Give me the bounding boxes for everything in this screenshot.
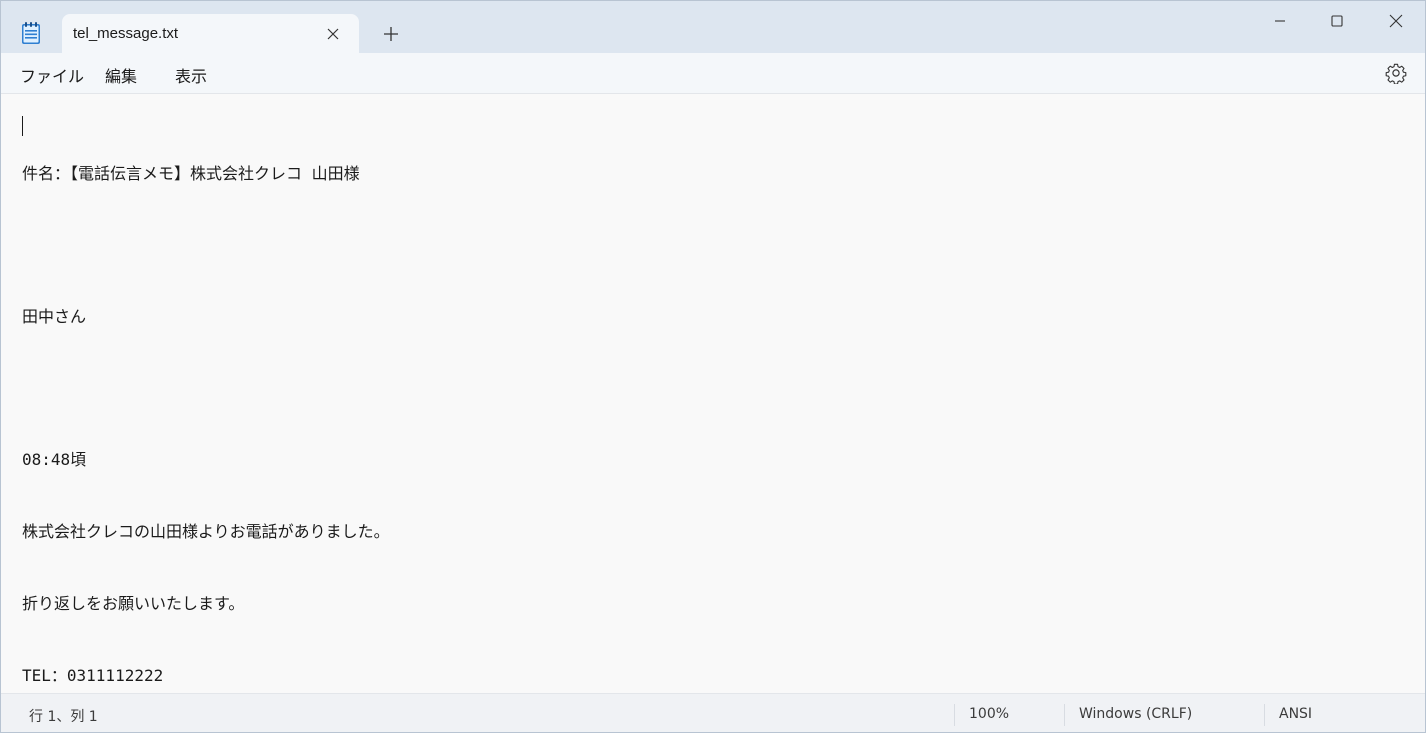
menu-bar: ファイル 編集 表示 — [1, 53, 1425, 94]
maximize-icon — [1331, 15, 1343, 27]
document-line: 件名：【電話伝言メモ】株式会社クレコ 山田様 — [22, 164, 360, 183]
text-editor[interactable]: 件名：【電話伝言メモ】株式会社クレコ 山田様 田中さん 08:48頃 株式会社ク… — [1, 94, 1425, 693]
notepad-window: tel_message.txt ファイル 編集 表示 件名：【電話伝言メモ】株式… — [0, 0, 1426, 733]
minimize-button[interactable] — [1251, 1, 1309, 41]
notepad-icon — [20, 21, 42, 45]
document-text[interactable]: 件名：【電話伝言メモ】株式会社クレコ 山田様 田中さん 08:48頃 株式会社ク… — [22, 114, 1402, 732]
document-line: TEL：0311112222 — [22, 666, 164, 685]
status-divider — [1064, 704, 1065, 726]
status-divider — [954, 704, 955, 726]
tab-title: tel_message.txt — [73, 25, 179, 42]
cursor-position: 行 1、列 1 — [29, 709, 98, 725]
menu-file[interactable]: ファイル — [20, 63, 84, 87]
document-line: 折り返しをお願いいたします。 — [22, 594, 245, 613]
encoding[interactable]: ANSI — [1279, 706, 1312, 722]
document-line: 株式会社クレコの山田様よりお電話がありました。 — [22, 522, 390, 541]
close-icon — [327, 28, 339, 40]
close-window-button[interactable] — [1367, 1, 1425, 41]
close-icon — [1389, 14, 1403, 28]
document-line: 08:48頃 — [22, 450, 87, 469]
tab-tel-message[interactable]: tel_message.txt — [62, 14, 359, 54]
title-bar: tel_message.txt — [1, 1, 1425, 54]
minimize-icon — [1275, 20, 1285, 22]
document-line: 田中さん — [22, 307, 87, 326]
menu-edit[interactable]: 編集 — [105, 63, 137, 87]
close-tab-button[interactable] — [323, 24, 343, 44]
menu-view[interactable]: 表示 — [175, 63, 207, 87]
plus-icon — [384, 27, 398, 41]
gear-icon — [1385, 63, 1407, 85]
line-ending[interactable]: Windows (CRLF) — [1079, 706, 1192, 722]
maximize-button[interactable] — [1308, 1, 1366, 41]
status-bar: 行 1、列 1 100% Windows (CRLF) ANSI — [1, 693, 1425, 732]
document-line — [22, 377, 1402, 400]
document-line — [22, 234, 1402, 257]
text-caret — [22, 116, 23, 136]
settings-button[interactable] — [1385, 62, 1407, 85]
zoom-level[interactable]: 100% — [969, 706, 1009, 722]
status-divider — [1264, 704, 1265, 726]
new-tab-button[interactable] — [377, 20, 405, 48]
